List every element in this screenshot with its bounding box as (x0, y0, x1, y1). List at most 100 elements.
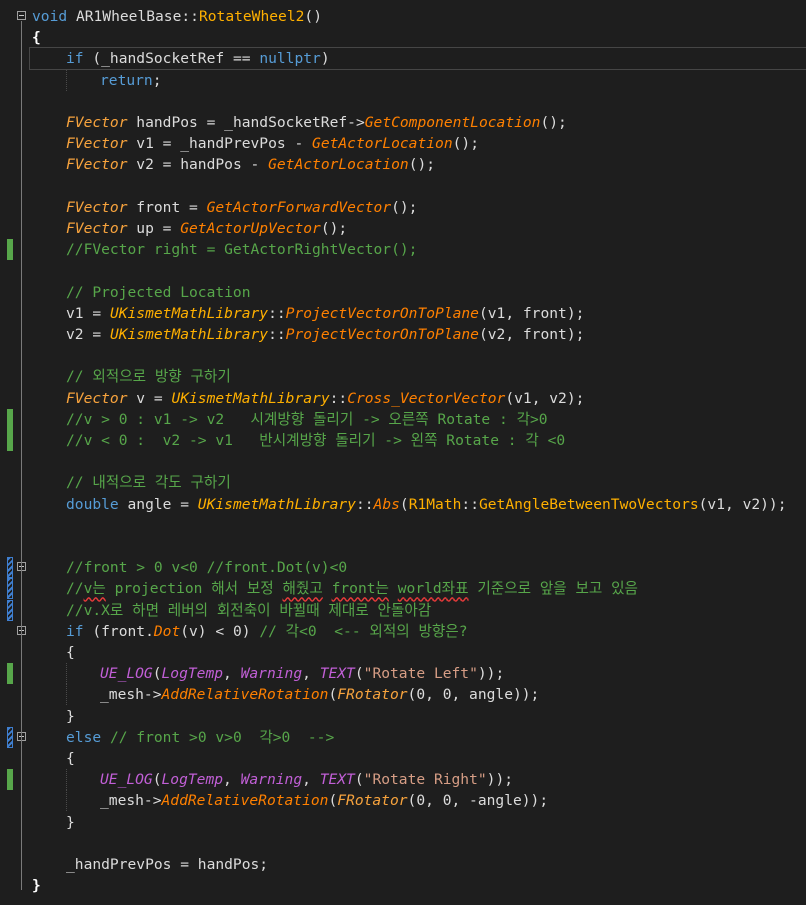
code-line[interactable]: //v.X로 하면 레버의 회전축이 바뀔때 제대로 안돌아감 (0, 599, 806, 621)
code-line[interactable]: if (front.Dot(v) < 0) // 각<0 <-- 외적의 방향은… (0, 621, 806, 642)
line-content[interactable]: // Projected Location (30, 282, 806, 303)
code-line[interactable]: double angle = UKismetMathLibrary::Abs(R… (0, 494, 806, 515)
line-content[interactable]: v2 = UKismetMathLibrary::ProjectVectorOn… (30, 324, 806, 345)
code-text: // Projected Location (66, 282, 251, 303)
line-content[interactable]: //v.X로 하면 레버의 회전축이 바뀔때 제대로 안돌아감 (30, 600, 806, 621)
code-line[interactable]: _mesh->AddRelativeRotation(FRotator(0, 0… (0, 790, 806, 812)
line-content[interactable]: { (30, 642, 806, 663)
changed-line-marker (7, 239, 13, 261)
code-line[interactable]: //v < 0 : v2 -> v1 반시계방향 돌리기 -> 왼쪽 Rotat… (0, 430, 806, 451)
code-line[interactable]: else // front >0 v>0 각>0 --> (0, 726, 806, 748)
line-content[interactable]: UE_LOG(LogTemp, Warning, TEXT("Rotate Le… (30, 663, 806, 685)
line-content[interactable]: // 내적으로 각도 구하기 (30, 472, 806, 493)
code-line[interactable]: v2 = UKismetMathLibrary::ProjectVectorOn… (0, 324, 806, 345)
code-line[interactable]: { (0, 642, 806, 663)
code-line[interactable] (0, 260, 806, 281)
code-token: GetActorLocation (268, 156, 409, 174)
line-content[interactable] (30, 451, 806, 472)
code-line[interactable] (0, 176, 806, 197)
line-content[interactable]: //v < 0 : v2 -> v1 반시계방향 돌리기 -> 왼쪽 Rotat… (30, 430, 806, 451)
code-line[interactable]: FVector handPos = _handSocketRef->GetCom… (0, 112, 806, 133)
line-content[interactable]: double angle = UKismetMathLibrary::Abs(R… (30, 494, 806, 515)
code-token: RotateWheel2 (198, 8, 305, 25)
code-line[interactable]: { (0, 27, 806, 48)
line-content[interactable]: { (30, 27, 806, 48)
code-line[interactable]: _handPrevPos = handPos; (0, 854, 806, 875)
line-content[interactable] (30, 176, 806, 197)
code-line[interactable]: // Projected Location (0, 282, 806, 303)
line-content[interactable]: else // front >0 v>0 각>0 --> (30, 727, 806, 748)
code-line[interactable]: FVector front = GetActorForwardVector(); (0, 197, 806, 218)
line-content[interactable]: //front > 0 v<0 //front.Dot(v)<0 (30, 557, 806, 578)
line-content[interactable]: v1 = UKismetMathLibrary::ProjectVectorOn… (30, 303, 806, 324)
code-line[interactable]: //v는 projection 해서 보정 해줬고 front는 world좌표… (0, 578, 806, 600)
line-content[interactable]: FVector front = GetActorForwardVector(); (30, 197, 806, 218)
indent-guide (66, 663, 67, 685)
code-line[interactable]: //v > 0 : v1 -> v2 시계방향 돌리기 -> 오른쪽 Rotat… (0, 408, 806, 430)
code-line[interactable]: void AR1WheelBase::RotateWheel2() (0, 6, 806, 27)
line-content[interactable] (30, 833, 806, 854)
line-content[interactable]: _handPrevPos = handPos; (30, 854, 806, 875)
code-line[interactable]: FVector v2 = handPos - GetActorLocation(… (0, 154, 806, 175)
line-content[interactable]: FVector v1 = _handPrevPos - GetActorLoca… (30, 133, 806, 154)
line-content[interactable]: if (_handSocketRef == nullptr) (29, 47, 806, 71)
code-line[interactable]: // 외적으로 방향 구하기 (0, 366, 806, 387)
code-line[interactable]: UE_LOG(LogTemp, Warning, TEXT("Rotate Le… (0, 663, 806, 685)
code-line[interactable] (0, 536, 806, 557)
code-line[interactable]: // 내적으로 각도 구하기 (0, 472, 806, 493)
line-content[interactable] (30, 345, 806, 366)
code-token: // 외적으로 방향 구하기 (66, 368, 231, 386)
line-content[interactable]: FVector v = UKismetMathLibrary::Cross_Ve… (30, 388, 806, 409)
line-content[interactable]: FVector handPos = _handSocketRef->GetCom… (30, 112, 806, 133)
line-content[interactable]: return; (30, 69, 806, 91)
code-token: "Rotate Right" (363, 771, 487, 789)
code-editor[interactable]: void AR1WheelBase::RotateWheel2(){if (_h… (0, 0, 806, 905)
code-line[interactable] (0, 91, 806, 112)
code-token: double (66, 495, 119, 513)
code-line[interactable]: } (0, 812, 806, 833)
line-content[interactable]: // 외적으로 방향 구하기 (30, 366, 806, 387)
line-content[interactable] (30, 91, 806, 112)
line-content[interactable] (30, 260, 806, 281)
code-token: 기준으로 앞을 보고 있음 (468, 580, 638, 598)
line-content[interactable]: } (30, 812, 806, 833)
code-line[interactable]: return; (0, 69, 806, 91)
code-line[interactable]: FVector up = GetActorUpVector(); (0, 218, 806, 239)
code-token: () (304, 8, 322, 25)
line-content[interactable] (30, 515, 806, 536)
code-token: GetActorForwardVector (206, 198, 392, 216)
code-line[interactable]: //front > 0 v<0 //front.Dot(v)<0 (0, 557, 806, 579)
code-text: v2 = UKismetMathLibrary::ProjectVectorOn… (66, 324, 584, 345)
code-line[interactable]: _mesh->AddRelativeRotation(FRotator(0, 0… (0, 684, 806, 706)
line-content[interactable]: FVector v2 = handPos - GetActorLocation(… (30, 154, 806, 175)
code-line[interactable]: //FVector right = GetActorRightVector(); (0, 239, 806, 261)
line-content[interactable]: _mesh->AddRelativeRotation(FRotator(0, 0… (30, 684, 806, 706)
code-line[interactable]: UE_LOG(LogTemp, Warning, TEXT("Rotate Ri… (0, 769, 806, 791)
line-content[interactable]: if (front.Dot(v) < 0) // 각<0 <-- 외적의 방향은… (30, 621, 806, 642)
line-content[interactable]: } (30, 875, 806, 896)
code-line[interactable]: } (0, 875, 806, 896)
code-line[interactable]: FVector v = UKismetMathLibrary::Cross_Ve… (0, 388, 806, 409)
line-content[interactable]: //FVector right = GetActorRightVector(); (30, 239, 806, 260)
code-line[interactable]: } (0, 706, 806, 727)
line-content[interactable]: FVector up = GetActorUpVector(); (30, 218, 806, 239)
line-content[interactable]: void AR1WheelBase::RotateWheel2() (30, 6, 806, 27)
code-line[interactable]: if (_handSocketRef == nullptr) (0, 47, 806, 71)
code-line[interactable]: { (0, 748, 806, 769)
changed-line-marker (7, 408, 13, 430)
line-content[interactable]: //v > 0 : v1 -> v2 시계방향 돌리기 -> 오른쪽 Rotat… (30, 409, 806, 430)
code-line[interactable] (0, 515, 806, 536)
code-line[interactable] (0, 451, 806, 472)
line-content[interactable]: _mesh->AddRelativeRotation(FRotator(0, 0… (30, 790, 806, 812)
line-content[interactable]: { (30, 748, 806, 769)
line-content[interactable]: UE_LOG(LogTemp, Warning, TEXT("Rotate Ri… (30, 769, 806, 791)
code-line[interactable] (0, 833, 806, 854)
code-line[interactable]: v1 = UKismetMathLibrary::ProjectVectorOn… (0, 303, 806, 324)
line-content[interactable]: //v는 projection 해서 보정 해줬고 front는 world좌표… (30, 578, 806, 599)
code-line[interactable]: FVector v1 = _handPrevPos - GetActorLoca… (0, 133, 806, 154)
line-content[interactable]: } (30, 706, 806, 727)
code-line[interactable] (0, 345, 806, 366)
collapse-icon[interactable] (17, 11, 26, 20)
line-content[interactable] (30, 536, 806, 557)
code-token: (v1, v2)); (698, 495, 787, 513)
